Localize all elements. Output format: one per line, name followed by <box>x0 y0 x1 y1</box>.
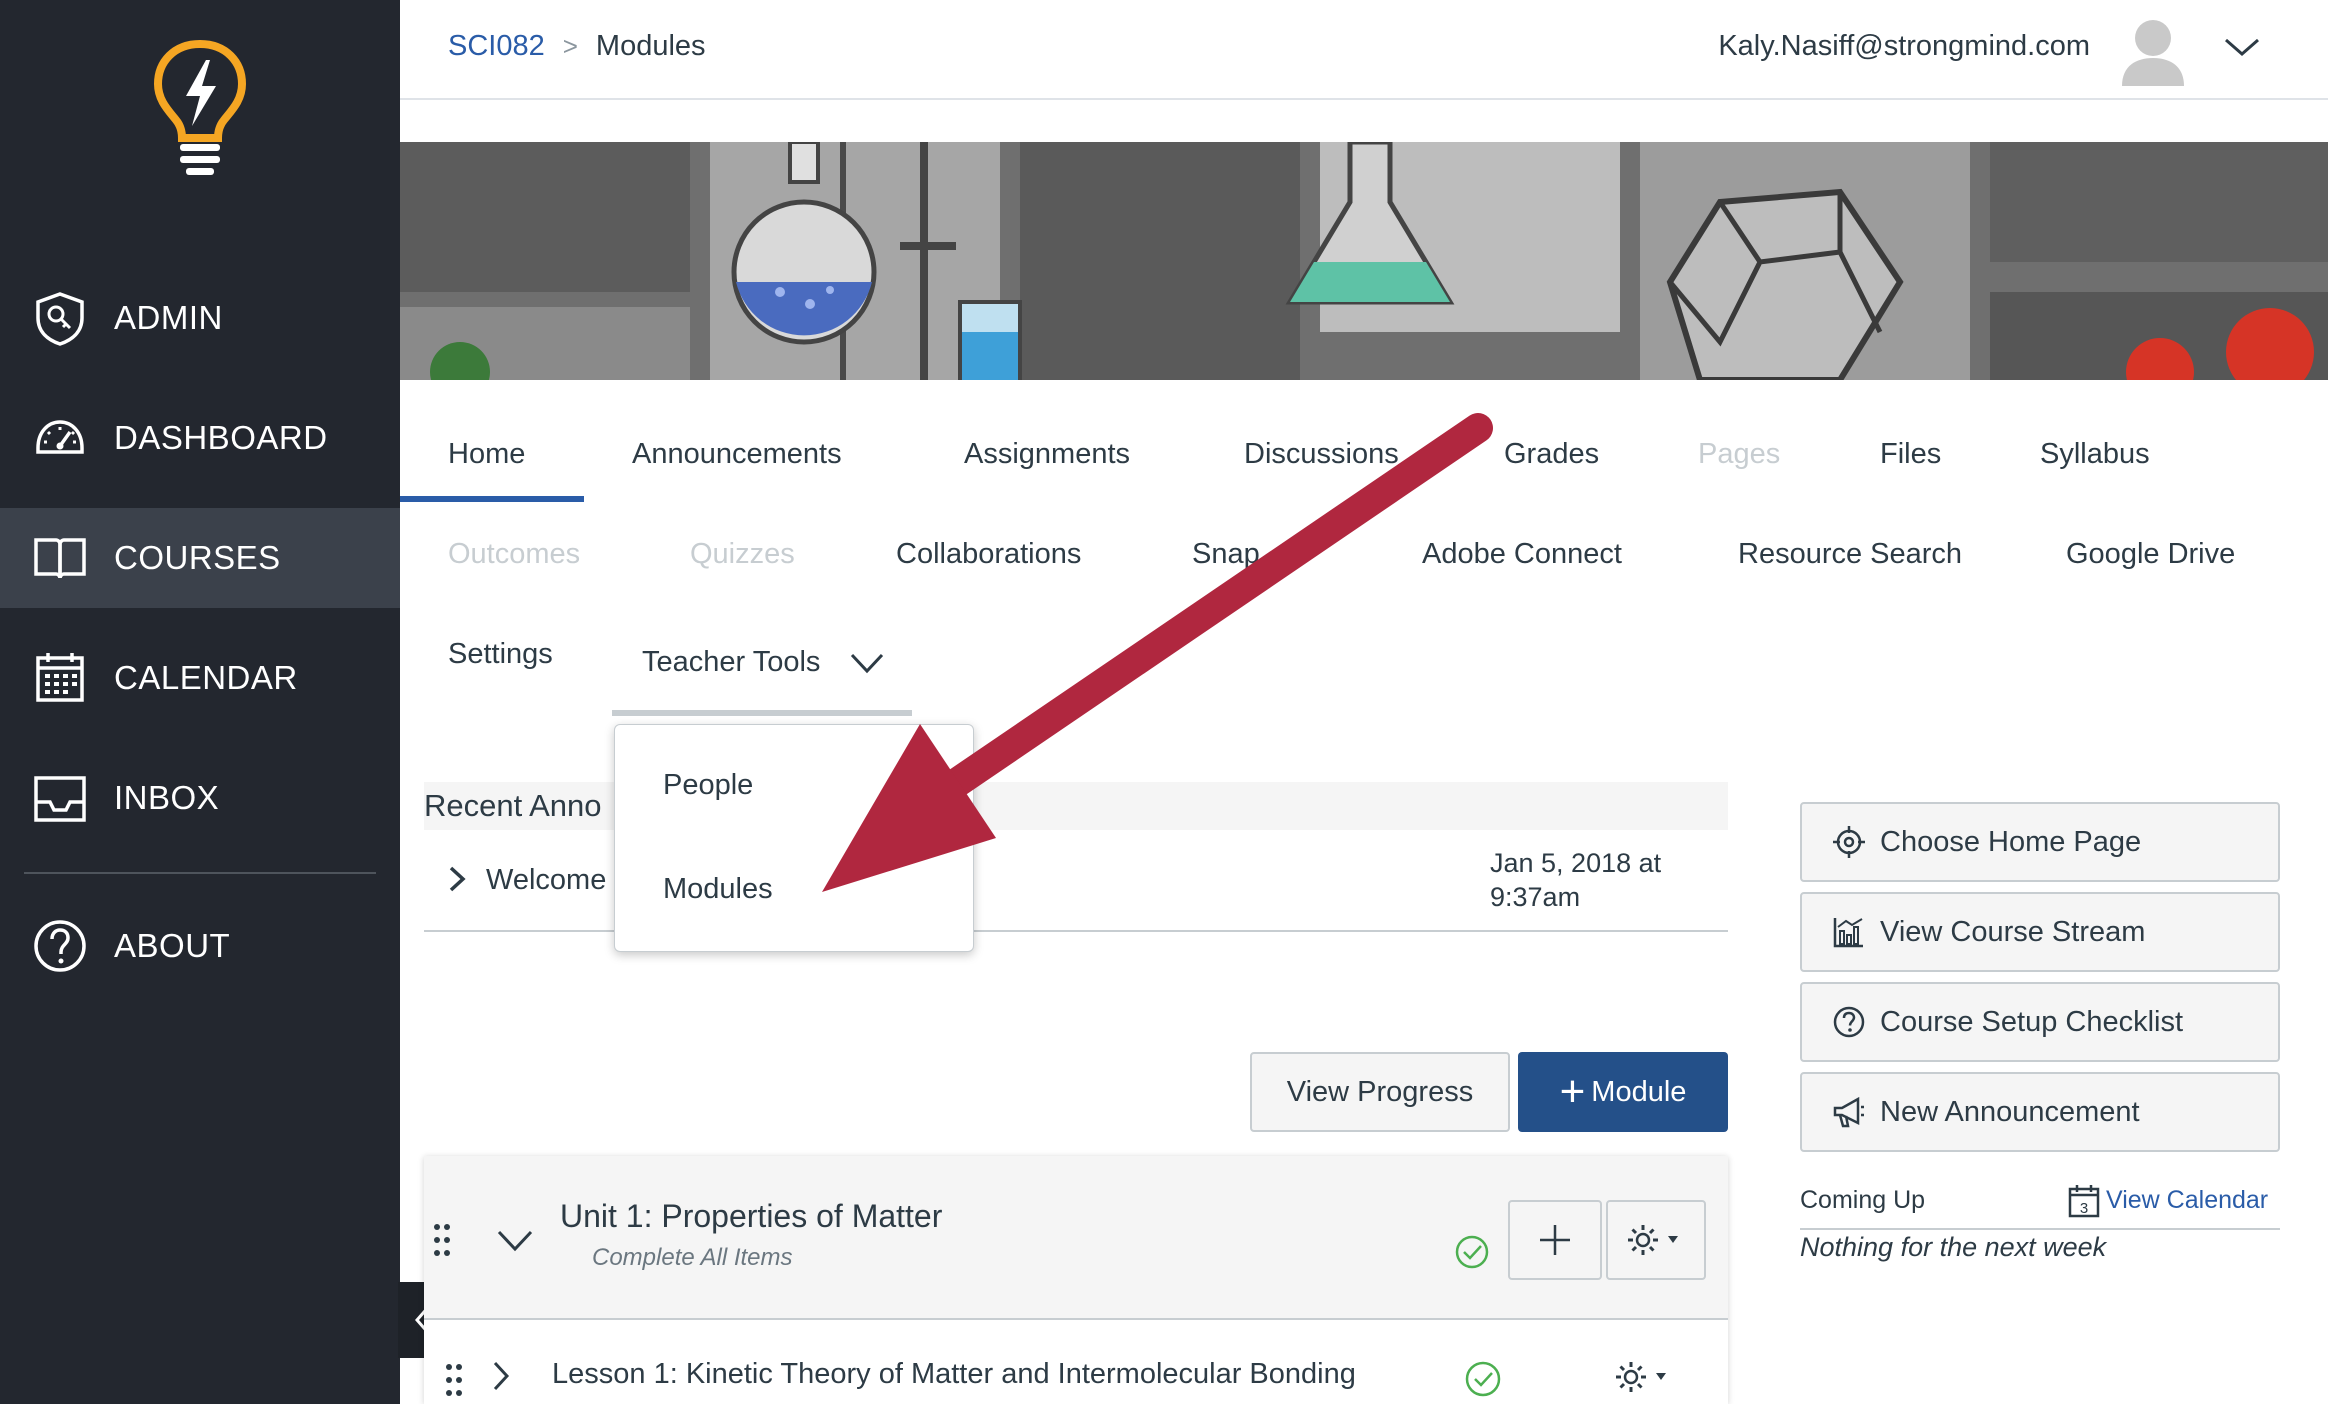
module-title[interactable]: Unit 1: Properties of Matter <box>560 1198 942 1235</box>
course-setup-checklist-button[interactable]: Course Setup Checklist <box>1800 982 2280 1062</box>
nav-item-about[interactable]: ABOUT <box>0 896 400 996</box>
announcement-date: Jan 5, 2018 at 9:37am <box>1490 848 1662 912</box>
module-settings-button[interactable] <box>1606 1200 1706 1280</box>
lesson-title[interactable]: Lesson 1: Kinetic Theory of Matter and I… <box>552 1358 1356 1391</box>
top-header: SCI082 > Modules Kaly.Nasiff@strongmind.… <box>400 0 2328 100</box>
coming-up-heading: Coming Up <box>1800 1186 1926 1214</box>
nav-label: ADMIN <box>114 299 223 336</box>
add-item-button[interactable] <box>1508 1200 1602 1280</box>
dropdown-item-modules[interactable]: Modules <box>663 873 773 906</box>
teacher-tools-dropdown: People Modules <box>614 724 974 952</box>
module-header[interactable]: Unit 1: Properties of Matter Complete Al… <box>424 1156 1728 1320</box>
drag-handle-icon[interactable] <box>432 1222 452 1258</box>
button-label: View Progress <box>1286 1075 1474 1108</box>
nav-label: CALENDAR <box>114 659 298 696</box>
course-banner-image <box>400 142 2328 380</box>
drag-handle-icon[interactable] <box>444 1362 464 1398</box>
course-nav-outcomes[interactable]: Outcomes <box>448 538 580 571</box>
question-circle-icon <box>34 920 86 972</box>
breadcrumb: SCI082 > Modules <box>448 30 706 63</box>
course-nav-grades[interactable]: Grades <box>1504 438 1599 471</box>
course-nav-quizzes[interactable]: Quizzes <box>690 538 795 571</box>
breadcrumb-separator: > <box>562 31 578 61</box>
calendar-day-number: 3 <box>2080 1200 2088 1217</box>
app-root: ADMIN DASHBOARD COURSES CALENDAR INBOX A… <box>0 0 2328 1404</box>
check-circle-icon <box>1455 1235 1489 1269</box>
add-module-button[interactable]: + Module <box>1518 1052 1728 1132</box>
chevron-down-icon[interactable] <box>496 1228 534 1254</box>
button-label: Module <box>1591 1075 1687 1108</box>
course-nav-pages[interactable]: Pages <box>1698 438 1780 471</box>
view-course-stream-button[interactable]: View Course Stream <box>1800 892 2280 972</box>
course-nav-announcements[interactable]: Announcements <box>632 438 842 471</box>
course-nav-resource-search[interactable]: Resource Search <box>1738 538 1962 571</box>
course-nav-home[interactable]: Home <box>448 438 525 471</box>
nav-label: COURSES <box>114 539 281 576</box>
course-nav-collaborations[interactable]: Collaborations <box>896 538 1081 571</box>
course-nav-google-drive[interactable]: Google Drive <box>2066 538 2235 571</box>
nav-label: DASHBOARD <box>114 419 328 456</box>
button-label: New Announcement <box>1880 1095 2140 1128</box>
plus-icon <box>1540 1225 1570 1255</box>
module-requirement: Complete All Items <box>592 1244 793 1271</box>
course-nav-settings[interactable]: Settings <box>448 638 553 671</box>
chevron-right-icon[interactable] <box>490 1360 512 1392</box>
breadcrumb-course-link[interactable]: SCI082 <box>448 30 545 63</box>
course-nav-adobe-connect[interactable]: Adobe Connect <box>1422 538 1622 571</box>
nav-item-calendar[interactable]: CALENDAR <box>0 628 400 728</box>
nav-item-inbox[interactable]: INBOX <box>0 748 400 848</box>
view-progress-button[interactable]: View Progress <box>1250 1052 1510 1132</box>
view-calendar-link[interactable]: View Calendar <box>2106 1186 2268 1215</box>
bar-chart-icon <box>1833 918 1863 948</box>
chevron-down-icon[interactable] <box>2222 32 2262 62</box>
divider <box>1800 1228 2280 1230</box>
dropdown-item-people[interactable]: People <box>663 769 753 802</box>
nav-item-dashboard[interactable]: DASHBOARD <box>0 388 400 488</box>
active-tab-indicator <box>400 496 584 502</box>
nav-item-admin[interactable]: ADMIN <box>0 268 400 368</box>
choose-home-page-button[interactable]: Choose Home Page <box>1800 802 2280 882</box>
global-nav-sidebar: ADMIN DASHBOARD COURSES CALENDAR INBOX A… <box>0 0 400 1404</box>
button-label: Course Setup Checklist <box>1880 1005 2184 1038</box>
shield-icon <box>36 292 84 346</box>
announcement-title[interactable]: Welcome <box>486 864 606 897</box>
course-nav-teacher-tools[interactable]: Teacher Tools <box>642 646 820 679</box>
lightbulb-logo-icon[interactable] <box>150 38 250 178</box>
book-icon <box>34 538 86 579</box>
course-nav-discussions[interactable]: Discussions <box>1244 438 1399 471</box>
button-label: View Course Stream <box>1880 915 2146 948</box>
nav-label: INBOX <box>114 779 220 816</box>
megaphone-icon <box>1833 1096 1864 1128</box>
plus-icon: + <box>1559 1067 1586 1116</box>
chevron-down-icon[interactable] <box>850 652 884 674</box>
breadcrumb-current-page: Modules <box>595 30 706 62</box>
target-icon <box>1833 826 1865 858</box>
coming-up-empty-message: Nothing for the next week <box>1800 1232 2107 1262</box>
teacher-tools-tab-indicator <box>612 710 912 716</box>
chevron-right-icon[interactable] <box>446 864 468 894</box>
speedometer-icon <box>36 420 84 454</box>
course-nav-files[interactable]: Files <box>1880 438 1941 471</box>
gear-icon[interactable] <box>1614 1360 1674 1394</box>
inbox-icon <box>34 776 86 822</box>
course-nav-snap[interactable]: Snap <box>1192 538 1260 571</box>
nav-item-courses[interactable]: COURSES <box>0 508 400 608</box>
recent-announcements-heading: Recent Anno <box>424 788 602 823</box>
module-card: Unit 1: Properties of Matter Complete Al… <box>424 1156 1728 1404</box>
nav-divider <box>24 872 376 874</box>
new-announcement-button[interactable]: New Announcement <box>1800 1072 2280 1152</box>
calendar-icon <box>36 653 84 702</box>
course-nav-assignments[interactable]: Assignments <box>964 438 1130 471</box>
gear-icon <box>1628 1225 1678 1255</box>
user-email[interactable]: Kaly.Nasiff@strongmind.com <box>1718 30 2090 63</box>
question-circle-icon <box>1833 1006 1865 1038</box>
nav-label: ABOUT <box>114 927 231 964</box>
button-label: Choose Home Page <box>1880 825 2142 858</box>
avatar[interactable] <box>2118 14 2188 86</box>
check-circle-icon <box>1465 1361 1501 1397</box>
course-nav-syllabus[interactable]: Syllabus <box>2040 438 2150 471</box>
calendar-icon[interactable]: 3 <box>2068 1184 2100 1218</box>
